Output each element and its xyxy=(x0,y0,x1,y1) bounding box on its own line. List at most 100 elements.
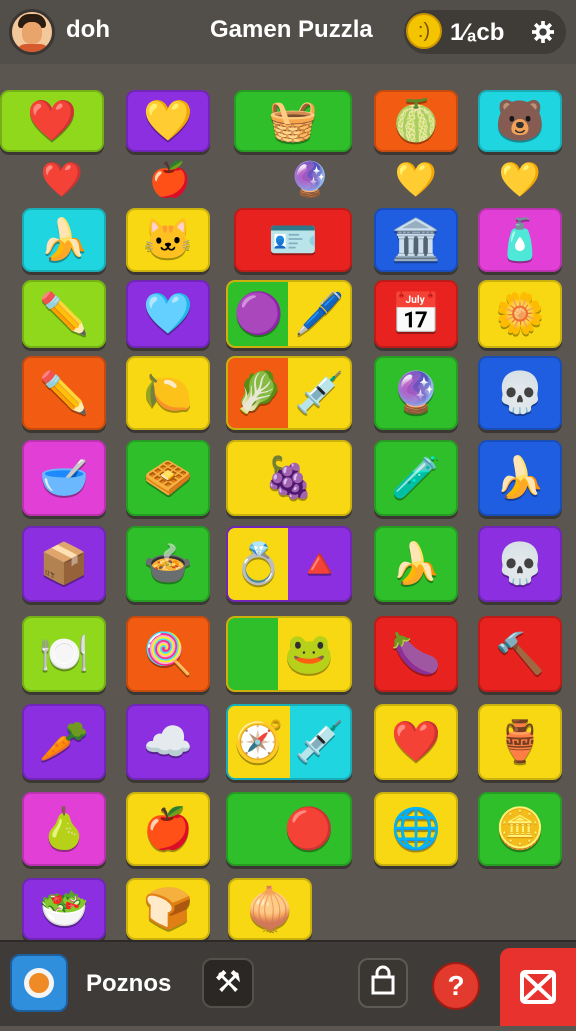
tile-ball[interactable]: 🔴 xyxy=(226,792,352,866)
syringe-icon: 💉 xyxy=(294,371,345,415)
tile-skull-purple[interactable]: 💀 xyxy=(478,526,562,602)
tile-calendar[interactable]: 📅 xyxy=(374,280,458,348)
calendar-icon: 📅 xyxy=(391,292,441,336)
tile-carrot[interactable]: 🥕 xyxy=(22,704,106,780)
gem-icon: ❤️ xyxy=(391,720,441,764)
tile-plate[interactable]: 🍽️ xyxy=(22,616,106,692)
orb-icon[interactable]: 🔮 xyxy=(288,158,332,202)
tile-pencil[interactable]: ✏️ xyxy=(22,280,106,348)
tile-gem[interactable]: ❤️ xyxy=(374,704,458,780)
herb-icon: 🥬 xyxy=(233,371,284,415)
coin-value: 1⁄ₐcb xyxy=(450,19,505,46)
tools-button[interactable]: ⚒ xyxy=(202,958,254,1008)
top-bar: doh Gamen Puzzla :) 1⁄ₐcb xyxy=(0,0,576,64)
tile-bread[interactable]: 🍞 xyxy=(126,878,210,940)
hammer-icon: 🔨 xyxy=(495,632,545,676)
ball-icon: 🔴 xyxy=(284,807,334,851)
jug-icon: 🏺 xyxy=(495,720,545,764)
bowl-icon: 🥣 xyxy=(39,456,89,500)
potion-icon: 🔮 xyxy=(391,371,441,415)
tile-flask[interactable]: 🧪 xyxy=(374,440,458,516)
tile-ring-cone[interactable]: 💍 🔺 xyxy=(226,526,352,602)
bread-icon: 🍞 xyxy=(143,887,193,931)
help-button[interactable]: ? xyxy=(432,962,480,1010)
bear-icon: 🐻 xyxy=(495,99,545,143)
tile-apple[interactable]: 🍎 xyxy=(126,792,210,866)
tile-cloud[interactable]: ☁️ xyxy=(126,704,210,780)
close-icon xyxy=(520,970,556,1004)
tile-building[interactable]: 🏛️ xyxy=(374,208,458,272)
tile-herb-syringe[interactable]: 🥬 💉 xyxy=(226,356,352,430)
username: doh xyxy=(66,16,110,43)
tile-bananas[interactable]: 🍌 xyxy=(374,526,458,602)
tile-potion[interactable]: 🔮 xyxy=(374,356,458,430)
tile-pencil-orange[interactable]: ✏️ xyxy=(22,356,106,430)
tile-skull[interactable]: 💀 xyxy=(478,356,562,430)
tile-popsicle[interactable]: 🍭 xyxy=(126,616,210,692)
tile-waffle[interactable]: 🧇 xyxy=(126,440,210,516)
tile-radish[interactable]: 🧅 xyxy=(228,878,312,940)
tile-creature-left xyxy=(228,618,278,690)
cloud-icon: ☁️ xyxy=(143,720,193,764)
tile-banana-blue[interactable]: 🍌 xyxy=(478,440,562,516)
tile-cat[interactable]: 🐱 xyxy=(126,208,210,272)
crate-icon: 📦 xyxy=(39,542,89,586)
heart-icon: ❤️ xyxy=(27,99,77,143)
yellow-heart-icon[interactable]: 💛 xyxy=(394,158,438,202)
lemon-icon: 🍋 xyxy=(143,371,193,415)
flower-icon: 🌼 xyxy=(495,292,545,336)
tile-banana-bowl[interactable]: 🍲 xyxy=(126,526,210,602)
help-icon: ? xyxy=(447,970,465,1001)
tile-card[interactable]: 🪪 xyxy=(234,208,352,272)
tile-plum-pen[interactable]: 🟣 🖊️ xyxy=(226,280,352,348)
tile-globe[interactable]: 🌐 xyxy=(374,792,458,866)
tile-coins[interactable]: 🪙 xyxy=(478,792,562,866)
tools-icon: ⚒ xyxy=(214,966,242,999)
tile-eggplant[interactable]: 🍆 xyxy=(374,616,458,692)
plate-icon: 🍽️ xyxy=(39,632,89,676)
apple-icon[interactable]: 🍎 xyxy=(148,158,192,202)
banana-bowl-icon: 🍲 xyxy=(143,542,193,586)
banana-icon: 🍌 xyxy=(495,456,545,500)
tile-banana[interactable]: 🍌 xyxy=(22,208,106,272)
ring-icon: 💍 xyxy=(233,542,284,586)
creature-icon: 🐸 xyxy=(284,632,334,676)
tile-jug[interactable]: 🏺 xyxy=(478,704,562,780)
tile-bottle[interactable]: 🧴 xyxy=(478,208,562,272)
bottom-label: Poznos xyxy=(86,970,172,997)
tile-bear[interactable]: 🐻 xyxy=(478,90,562,152)
tile-lemon[interactable]: 🍋 xyxy=(126,356,210,430)
coin-face-icon: :) xyxy=(406,13,442,49)
tile-raspberry[interactable]: 🍇 xyxy=(226,440,352,516)
tile-bowl[interactable]: 🥣 xyxy=(22,440,106,516)
bottle-icon: 🧴 xyxy=(495,218,545,262)
tile-flower[interactable]: 🌼 xyxy=(478,280,562,348)
tile-pear[interactable]: 🍐 xyxy=(22,792,106,866)
tile-plant-bowl[interactable]: 🥗 xyxy=(22,878,106,940)
gear-icon[interactable] xyxy=(532,21,554,43)
tile-compass-syringe[interactable]: 🧭 💉 xyxy=(226,704,352,780)
tile-hammer[interactable]: 🔨 xyxy=(478,616,562,692)
compass-icon: 🧭 xyxy=(233,720,284,764)
tile-yellow-heart[interactable]: 💛 xyxy=(126,90,210,152)
home-button[interactable] xyxy=(10,954,68,1012)
tile-basket[interactable]: 🧺 xyxy=(234,90,352,152)
avatar[interactable] xyxy=(9,9,55,55)
tile-creature[interactable]: 🐸 xyxy=(226,616,352,692)
close-button[interactable] xyxy=(500,948,576,1026)
bag-button[interactable] xyxy=(358,958,408,1008)
tile-melon-slice[interactable]: 🍈 xyxy=(374,90,458,152)
blue-heart-icon: 🩵 xyxy=(143,292,193,336)
coins-icon: 🪙 xyxy=(495,807,545,851)
avatar-shirt xyxy=(16,44,50,52)
coin-counter[interactable]: :) 1⁄ₐcb xyxy=(404,10,566,54)
heart-icon[interactable]: ❤️ xyxy=(40,158,84,202)
skull-icon: 💀 xyxy=(495,542,545,586)
tile-heart[interactable]: ❤️ xyxy=(0,90,104,152)
tile-crate[interactable]: 📦 xyxy=(22,526,106,602)
pencil-icon: ✏️ xyxy=(39,292,89,336)
cat-icon: 🐱 xyxy=(143,218,193,262)
card-icon: 🪪 xyxy=(268,218,318,262)
tile-blue-heart[interactable]: 🩵 xyxy=(126,280,210,348)
yellow-heart-icon[interactable]: 💛 xyxy=(498,158,542,202)
